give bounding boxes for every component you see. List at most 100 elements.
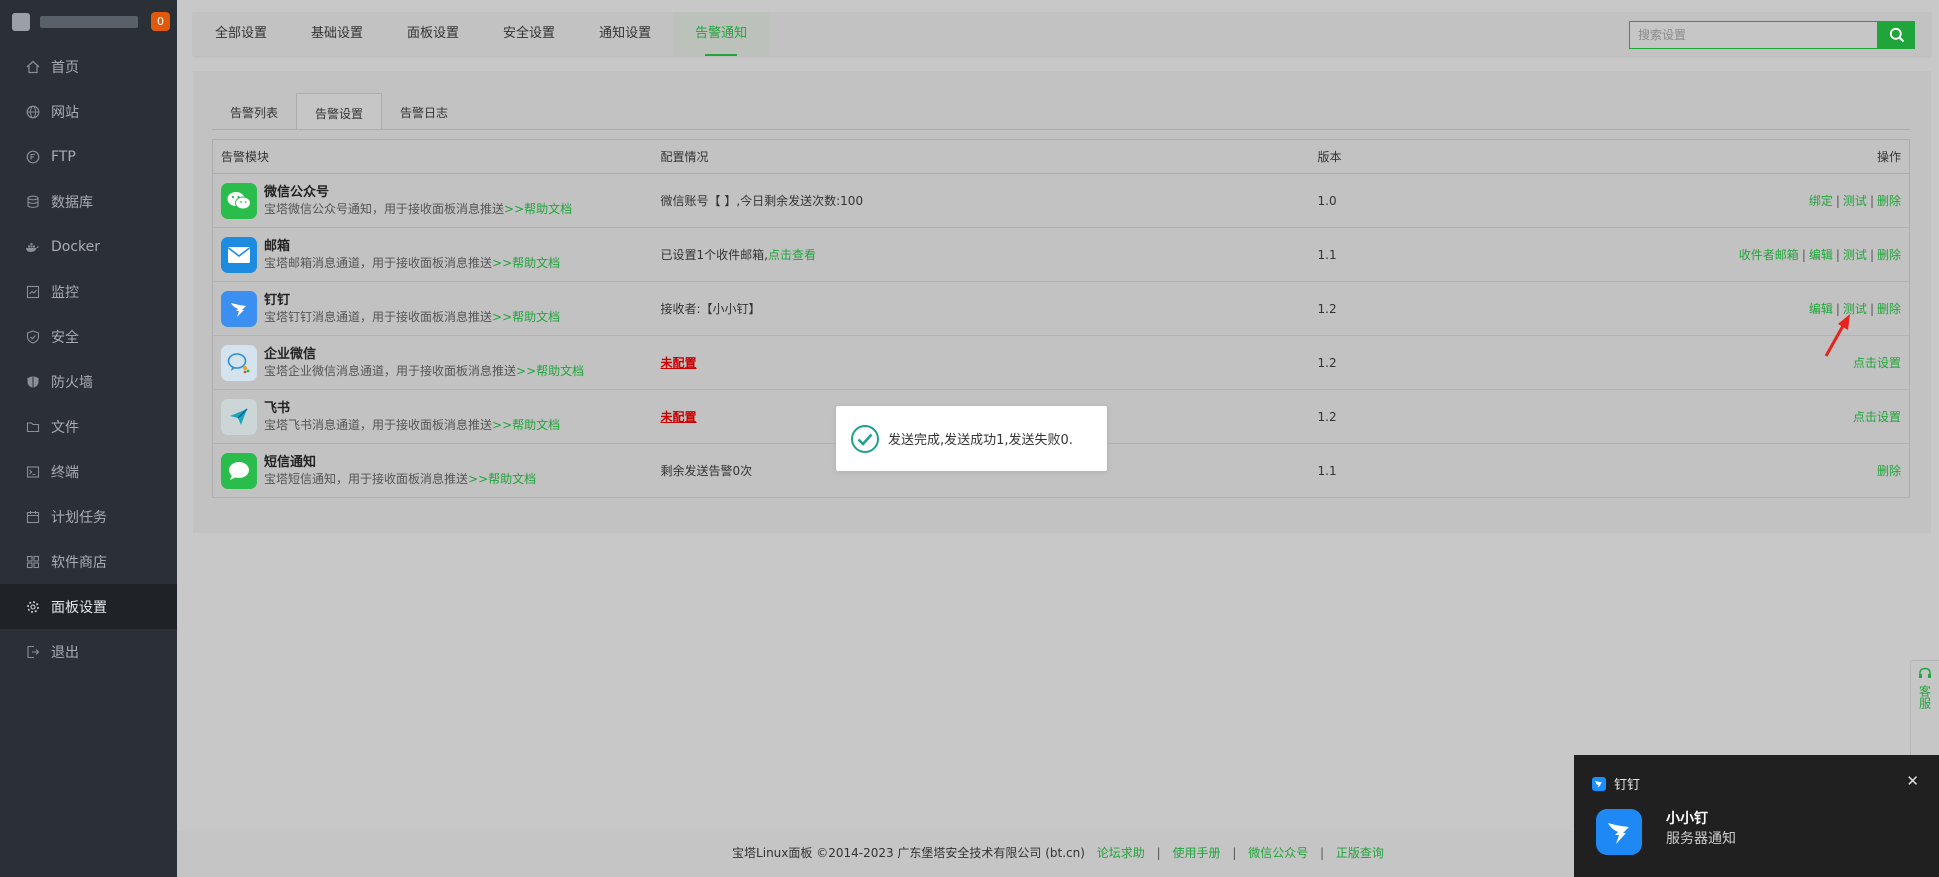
- notification-body: 服务器通知: [1666, 831, 1736, 847]
- mail-icon: [221, 236, 257, 273]
- config-cell: 微信账号【 】,今日剩余发送次数:100: [652, 173, 1310, 228]
- module-name: 钉钉: [264, 293, 291, 308]
- tab-panel-settings[interactable]: 面板设置: [385, 12, 481, 56]
- view-recipients-link[interactable]: 点击查看: [768, 248, 816, 262]
- help-doc-link[interactable]: >>帮助文档: [492, 310, 560, 324]
- tab-basic-settings[interactable]: 基础设置: [289, 12, 385, 56]
- click-setup-button[interactable]: 点击设置: [1853, 356, 1901, 370]
- tab-alarm-notification[interactable]: 告警通知: [673, 12, 770, 56]
- sidebar-item-terminal[interactable]: 终端: [0, 449, 177, 494]
- shield-icon: [25, 329, 40, 344]
- tab-notification-settings[interactable]: 通知设置: [577, 12, 673, 56]
- delete-button[interactable]: 删除: [1877, 464, 1901, 478]
- module-desc: 宝塔钉钉消息通道，用于接收面板消息推送>>帮助文档: [264, 309, 560, 325]
- module-name: 飞书: [264, 401, 291, 416]
- recipient-email-button[interactable]: 收件者邮箱: [1739, 248, 1799, 262]
- sidebar-item-label: 防火墙: [51, 374, 93, 391]
- dingtalk-logo-icon: [1596, 809, 1642, 855]
- config-cell: 未配置: [652, 335, 1310, 390]
- sidebar-item-label: 文件: [51, 419, 79, 436]
- tab-security-settings[interactable]: 安全设置: [481, 12, 577, 56]
- module-desc-text: 宝塔微信公众号通知，用于接收面板消息推送: [264, 202, 505, 216]
- sidebar-item-label: 监控: [51, 284, 79, 301]
- click-setup-button[interactable]: 点击设置: [1853, 410, 1901, 424]
- sidebar-item-monitor[interactable]: 监控: [0, 269, 177, 314]
- subtab-alarm-log[interactable]: 告警日志: [382, 93, 466, 129]
- version-cell: 1.2: [1309, 389, 1610, 444]
- bind-button[interactable]: 绑定: [1809, 194, 1833, 208]
- settings-search: [1629, 21, 1915, 49]
- sidebar-header: 0: [0, 0, 177, 44]
- not-configured-link[interactable]: 未配置: [661, 410, 697, 424]
- sidebar-item-database[interactable]: 数据库: [0, 179, 177, 224]
- message-count-badge[interactable]: 0: [151, 12, 170, 31]
- dingtalk-system-notification[interactable]: 钉钉 ✕ 小小钉 服务器通知: [1574, 755, 1939, 877]
- version-cell: 1.1: [1309, 227, 1610, 282]
- copyright-text: 宝塔Linux面板 ©2014-2023 广东堡塔安全技术有限公司 (bt.cn…: [732, 846, 1085, 860]
- module-cell: 微信公众号 宝塔微信公众号通知，用于接收面板消息推送>>帮助文档: [212, 173, 653, 228]
- subtab-alarm-settings[interactable]: 告警设置: [296, 93, 383, 129]
- sidebar-item-label: 面板设置: [51, 599, 107, 616]
- dingtalk-icon: [221, 290, 257, 327]
- not-configured-link[interactable]: 未配置: [661, 356, 697, 370]
- close-icon[interactable]: ✕: [1906, 772, 1919, 790]
- sidebar-item-label: FTP: [51, 148, 76, 165]
- module-desc: 宝塔企业微信消息通道，用于接收面板消息推送>>帮助文档: [264, 363, 584, 379]
- delete-button[interactable]: 删除: [1877, 302, 1901, 316]
- sidebar-item-logout[interactable]: 退出: [0, 629, 177, 674]
- module-name: 企业微信: [264, 347, 317, 362]
- footer-link-forum[interactable]: 论坛求助: [1097, 846, 1145, 860]
- sidebar-item-home[interactable]: 首页: [0, 44, 177, 89]
- sms-icon: [221, 452, 257, 489]
- help-doc-link[interactable]: >>帮助文档: [492, 256, 560, 270]
- customer-service-label: 客服: [1917, 685, 1932, 709]
- sidebar-item-store[interactable]: 软件商店: [0, 539, 177, 584]
- footer-link-wechat[interactable]: 微信公众号: [1248, 846, 1308, 860]
- sidebar-item-firewall[interactable]: 防火墙: [0, 359, 177, 404]
- version-cell: 1.1: [1309, 443, 1610, 498]
- sidebar-item-docker[interactable]: Docker: [0, 224, 177, 269]
- version-cell: 1.2: [1309, 281, 1610, 336]
- actions-cell: 绑定 | 测试 | 删除: [1609, 173, 1910, 228]
- module-desc: 宝塔短信通知，用于接收面板消息推送>>帮助文档: [264, 471, 536, 487]
- actions-cell: 点击设置: [1609, 389, 1910, 444]
- sidebar-item-website[interactable]: 网站: [0, 89, 177, 134]
- search-input[interactable]: [1629, 21, 1878, 49]
- actions-cell: 编辑 | 测试 | 删除: [1609, 281, 1910, 336]
- sidebar-item-label: 首页: [51, 59, 79, 76]
- tab-all-settings[interactable]: 全部设置: [193, 12, 289, 56]
- notification-app-name: 钉钉: [1614, 778, 1641, 793]
- table-row: 微信公众号 宝塔微信公众号通知，用于接收面板消息推送>>帮助文档 微信账号【 】…: [212, 173, 1910, 228]
- sidebar-item-security[interactable]: 安全: [0, 314, 177, 359]
- sidebar-item-cron[interactable]: 计划任务: [0, 494, 177, 539]
- search-button[interactable]: [1878, 21, 1915, 49]
- subtab-alarm-list[interactable]: 告警列表: [212, 93, 296, 129]
- delete-button[interactable]: 删除: [1877, 248, 1901, 262]
- help-doc-link[interactable]: >>帮助文档: [492, 418, 560, 432]
- module-desc: 宝塔邮箱消息通道，用于接收面板消息推送>>帮助文档: [264, 255, 560, 271]
- sidebar-item-label: 软件商店: [51, 554, 107, 571]
- help-doc-link[interactable]: >>帮助文档: [516, 364, 584, 378]
- help-doc-link[interactable]: >>帮助文档: [504, 202, 572, 216]
- footer-link-license[interactable]: 正版查询: [1336, 846, 1384, 860]
- edit-button[interactable]: 编辑: [1809, 248, 1833, 262]
- delete-button[interactable]: 删除: [1877, 194, 1901, 208]
- test-button[interactable]: 测试: [1843, 194, 1867, 208]
- globe-icon: [25, 104, 40, 119]
- sidebar-item-ftp[interactable]: FTP: [0, 134, 177, 179]
- actions-cell: 删除: [1609, 443, 1910, 498]
- footer-link-manual[interactable]: 使用手册: [1172, 846, 1220, 860]
- success-check-icon: [851, 424, 879, 453]
- help-doc-link[interactable]: >>帮助文档: [468, 472, 536, 486]
- test-button[interactable]: 测试: [1843, 248, 1867, 262]
- config-text: 已设置1个收件邮箱,: [660, 248, 768, 262]
- alarm-subtabs: 告警列表 告警设置 告警日志: [212, 93, 466, 129]
- sidebar-item-files[interactable]: 文件: [0, 404, 177, 449]
- feishu-icon: [221, 398, 257, 435]
- terminal-icon: [25, 464, 40, 479]
- settings-tab-bar: 全部设置 基础设置 面板设置 安全设置 通知设置 告警通知: [193, 12, 1931, 56]
- sidebar-item-panel-settings[interactable]: 面板设置: [0, 584, 177, 629]
- database-icon: [25, 194, 40, 209]
- home-icon: [25, 59, 40, 74]
- customer-service-float[interactable]: 客服: [1910, 660, 1939, 760]
